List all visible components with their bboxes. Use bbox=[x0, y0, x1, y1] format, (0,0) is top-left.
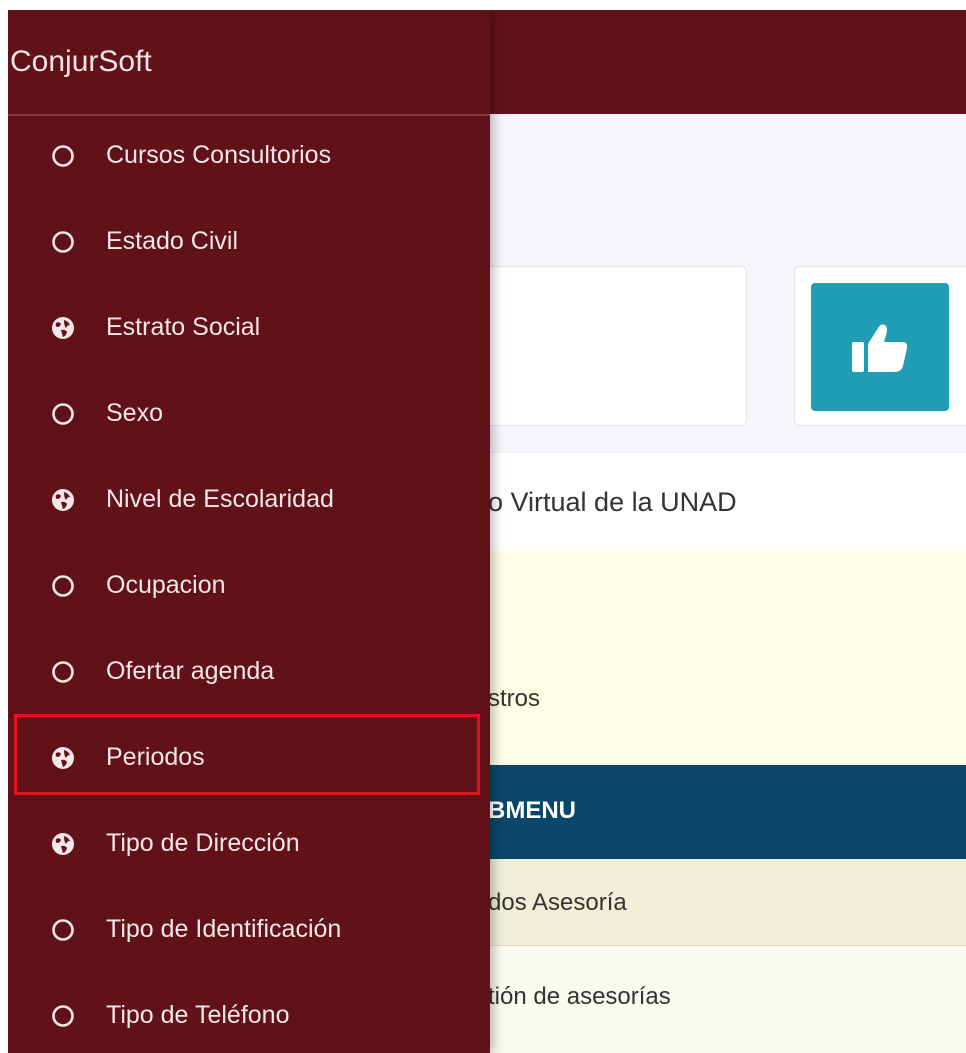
submenu-row-label: dos Asesoría bbox=[488, 889, 627, 916]
alert-box: stros bbox=[488, 551, 966, 765]
main-content: o Virtual de la UNAD stros BMENU dos Ase… bbox=[478, 114, 966, 1053]
thumbs-up-icon bbox=[811, 283, 949, 411]
sidebar-item-label: Nivel de Escolaridad bbox=[106, 485, 334, 513]
sidebar-item-label: Cursos Consultorios bbox=[106, 141, 332, 169]
globe-icon bbox=[51, 316, 75, 340]
brand-logo-text: ConjurSoft bbox=[10, 45, 152, 78]
sidebar-item-label: Periodos bbox=[106, 743, 205, 771]
sidebar-item-label: Ocupacion bbox=[106, 571, 226, 599]
submenu-header-text: BMENU bbox=[488, 797, 576, 824]
circle-outline-icon bbox=[51, 230, 75, 254]
info-card bbox=[478, 266, 747, 426]
info-card-thumbs bbox=[794, 266, 966, 426]
circle-outline-icon bbox=[51, 144, 75, 168]
sidebar-item-label: Tipo de Dirección bbox=[106, 829, 300, 857]
circle-outline-icon bbox=[51, 1004, 75, 1028]
panel-title-text: o Virtual de la UNAD bbox=[488, 487, 737, 517]
brand-header[interactable]: ConjurSoft bbox=[8, 10, 490, 116]
submenu-row[interactable]: dos Asesoría bbox=[488, 859, 966, 946]
sidebar-item-estado-civil[interactable]: Estado Civil bbox=[8, 200, 490, 286]
circle-outline-icon bbox=[51, 402, 75, 426]
sidebar: ConjurSoft Cursos Consultorios Estado Civ… bbox=[8, 10, 490, 1053]
app-window: o Virtual de la UNAD stros BMENU dos Ase… bbox=[8, 10, 966, 1053]
globe-icon bbox=[51, 832, 75, 856]
sidebar-item-label: Ofertar agenda bbox=[106, 657, 275, 685]
sidebar-item-sexo[interactable]: Sexo bbox=[8, 372, 490, 458]
sidebar-item-estrato-social[interactable]: Estrato Social bbox=[8, 286, 490, 372]
sidebar-item-periodos[interactable]: Periodos bbox=[8, 714, 490, 802]
submenu-row[interactable]: tión de asesorías bbox=[488, 946, 966, 1053]
sidebar-item-label: Estrato Social bbox=[106, 313, 261, 341]
circle-outline-icon bbox=[51, 574, 75, 598]
sidebar-item-label: Estado Civil bbox=[106, 227, 238, 255]
sidebar-item-tipo-de-direccion[interactable]: Tipo de Dirección bbox=[8, 802, 490, 888]
circle-outline-icon bbox=[51, 918, 75, 942]
sidebar-item-ocupacion[interactable]: Ocupacion bbox=[8, 544, 490, 630]
submenu-row-label: tión de asesorías bbox=[488, 983, 671, 1010]
sidebar-item-tipo-de-identificacion[interactable]: Tipo de Identificación bbox=[8, 888, 490, 974]
submenu-header: BMENU bbox=[488, 765, 966, 859]
sidebar-item-label: Tipo de Identificación bbox=[106, 915, 342, 943]
panel-header: o Virtual de la UNAD bbox=[488, 452, 966, 552]
sidebar-item-cursos-consultorios[interactable]: Cursos Consultorios bbox=[8, 114, 490, 200]
sidebar-item-tipo-de-telefono[interactable]: Tipo de Teléfono bbox=[8, 974, 490, 1053]
sidebar-item-label: Sexo bbox=[106, 399, 163, 427]
globe-icon bbox=[51, 488, 75, 512]
globe-icon bbox=[51, 746, 75, 770]
circle-outline-icon bbox=[51, 660, 75, 684]
sidebar-item-label: Tipo de Teléfono bbox=[106, 1001, 290, 1029]
sidebar-item-nivel-de-escolaridad[interactable]: Nivel de Escolaridad bbox=[8, 458, 490, 544]
sidebar-item-ofertar-agenda[interactable]: Ofertar agenda bbox=[8, 630, 490, 716]
alert-text: stros bbox=[488, 685, 541, 712]
